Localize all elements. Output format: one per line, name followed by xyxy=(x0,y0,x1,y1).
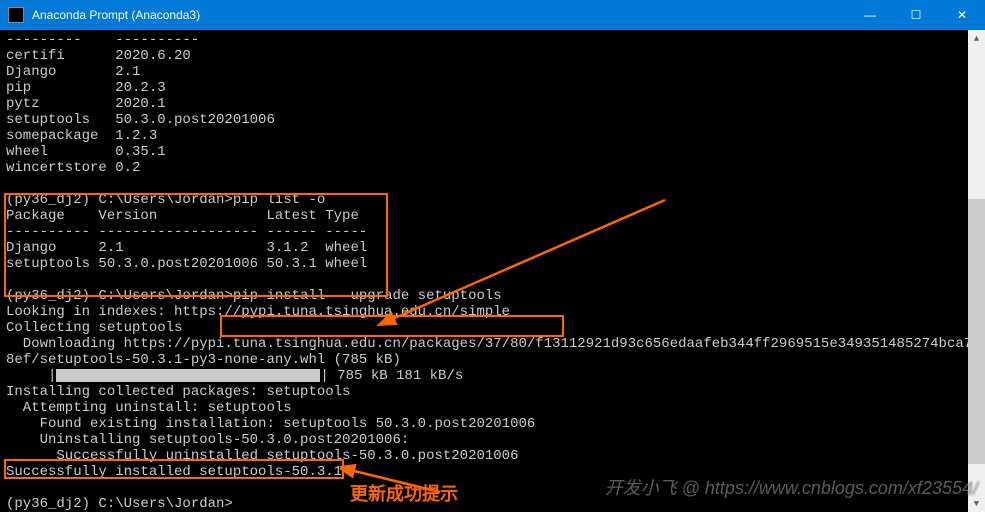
app-icon xyxy=(8,7,24,23)
minimize-button[interactable]: — xyxy=(847,0,893,30)
scrollbar-down-arrow[interactable]: ▼ xyxy=(968,495,985,512)
outdated-divider: ---------- ------------------- ------ --… xyxy=(6,224,367,240)
prompt: (py36_dj2) C:\Users\Jordan> xyxy=(6,192,233,208)
vertical-scrollbar[interactable]: ▲ ▼ xyxy=(968,30,985,512)
command-pip-list: pip list -o xyxy=(233,192,325,208)
install-log-2: Installing collected packages: setuptool… xyxy=(6,384,535,464)
window-controls: — ☐ ✕ xyxy=(847,0,985,30)
package-list: certifi 2020.6.20 Django 2.1 pip 20.2.3 … xyxy=(6,48,275,176)
progress-suffix: | 785 kB 181 kB/s xyxy=(320,368,463,384)
divider: --------- ---------- xyxy=(6,32,199,48)
window-title: Anaconda Prompt (Anaconda3) xyxy=(32,8,847,22)
install-log-1: Looking in indexes: https://pypi.tuna.ts… xyxy=(6,304,985,368)
window-titlebar: Anaconda Prompt (Anaconda3) — ☐ ✕ xyxy=(0,0,985,30)
outdated-header: Package Version Latest Type xyxy=(6,208,359,224)
progress-bar xyxy=(56,369,320,382)
close-button[interactable]: ✕ xyxy=(939,0,985,30)
progress-prefix: | xyxy=(6,368,56,384)
outdated-rows: Django 2.1 3.1.2 wheel setuptools 50.3.0… xyxy=(6,240,367,272)
scrollbar-thumb[interactable] xyxy=(968,199,985,464)
scrollbar-up-arrow[interactable]: ▲ xyxy=(968,30,985,47)
prompt: (py36_dj2) C:\Users\Jordan> xyxy=(6,288,233,304)
success-message: Successfully installed setuptools-50.3.1 xyxy=(6,464,342,480)
maximize-button[interactable]: ☐ xyxy=(893,0,939,30)
prompt: (py36_dj2) C:\Users\Jordan> xyxy=(6,496,233,512)
command-pip-install: pip install --upgrade setuptools xyxy=(233,288,502,304)
terminal-output[interactable]: --------- ---------- certifi 2020.6.20 D… xyxy=(0,30,985,512)
